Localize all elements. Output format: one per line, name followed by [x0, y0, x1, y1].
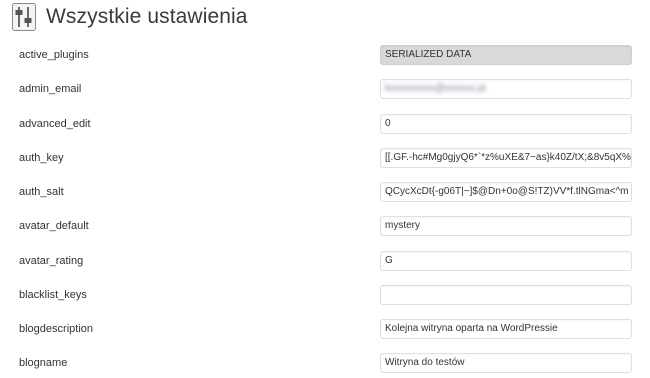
option-label: avatar_default — [19, 220, 89, 232]
option-value-field[interactable]: kxxxxxxxxx@xxxxxx.pl — [380, 79, 632, 99]
option-row-active-plugins: active_plugins SERIALIZED DATA — [0, 45, 650, 69]
option-value-field[interactable] — [380, 285, 632, 305]
option-row-avatar-rating: avatar_rating G — [0, 251, 650, 275]
option-label: advanced_edit — [19, 118, 91, 130]
option-label: admin_email — [19, 83, 82, 95]
option-row-avatar-default: avatar_default mystery — [0, 216, 650, 240]
option-row-advanced-edit: advanced_edit 0 — [0, 114, 650, 138]
option-label: blacklist_keys — [19, 289, 87, 301]
option-label: auth_key — [19, 152, 64, 164]
obscured-email-text: kxxxxxxxxx@xxxxxx.pl — [385, 83, 486, 94]
option-value-field[interactable]: Witryna do testów — [380, 353, 632, 373]
option-value-field[interactable]: QCycXcDt{-g06T|~]$@Dn+0o@S!TZ)VV*f.tlNGm… — [380, 182, 632, 202]
option-value-field[interactable]: G — [380, 251, 632, 271]
option-label: auth_salt — [19, 186, 64, 198]
option-value-field[interactable]: mystery — [380, 216, 632, 236]
option-row-blacklist-keys: blacklist_keys — [0, 285, 650, 309]
option-row-blogdescription: blogdescription Kolejna witryna oparta n… — [0, 319, 650, 343]
option-value-field[interactable]: 0 — [380, 114, 632, 134]
option-value-field[interactable]: Kolejna witryna oparta na WordPressie — [380, 319, 632, 339]
option-row-admin-email: admin_email kxxxxxxxxx@xxxxxx.pl — [0, 79, 650, 103]
option-row-auth-salt: auth_salt QCycXcDt{-g06T|~]$@Dn+0o@S!TZ)… — [0, 182, 650, 206]
option-row-blogname: blogname Witryna do testów — [0, 353, 650, 377]
option-label: active_plugins — [19, 49, 89, 61]
options-list: active_plugins SERIALIZED DATA admin_ema… — [0, 0, 650, 378]
option-label: blogdescription — [19, 323, 93, 335]
option-row-auth-key: auth_key [[.GF.-hc#Mg0gjyQ6*`*z%uXE&7~as… — [0, 148, 650, 172]
option-label: blogname — [19, 357, 68, 369]
option-value-field: SERIALIZED DATA — [380, 45, 632, 65]
option-value-field[interactable]: [[.GF.-hc#Mg0gjyQ6*`*z%uXE&7~as}k40Z/tX;… — [380, 148, 632, 168]
option-label: avatar_rating — [19, 255, 84, 267]
